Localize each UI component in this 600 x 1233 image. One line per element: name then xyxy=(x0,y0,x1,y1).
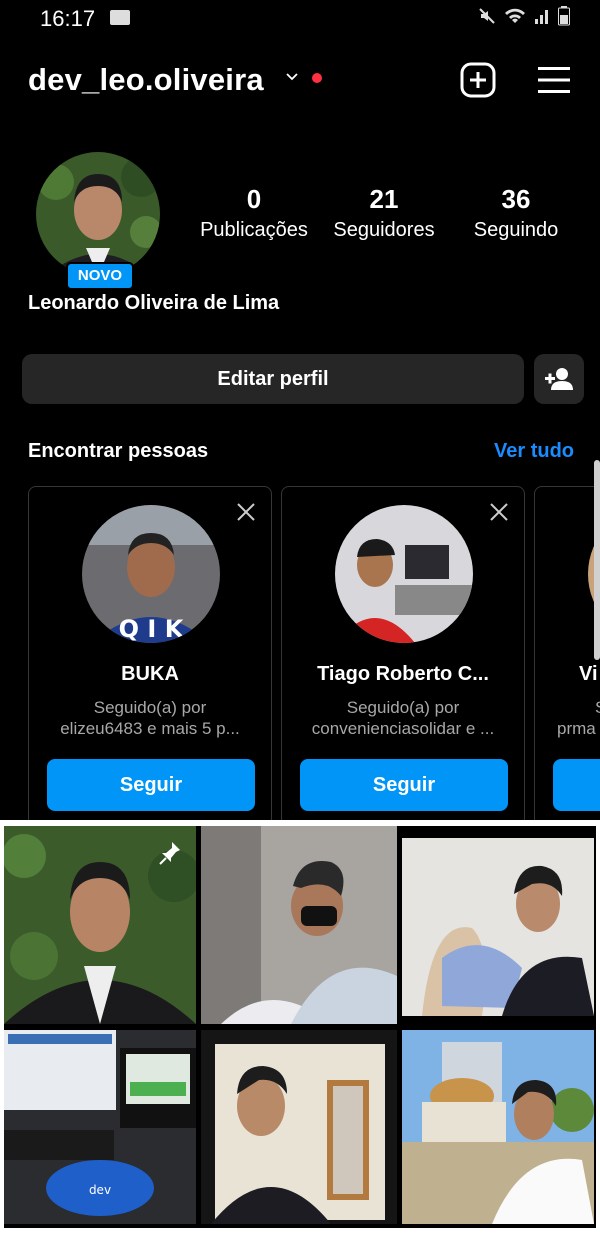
followed-by-users: prma xyxy=(557,719,596,738)
menu-button[interactable] xyxy=(536,62,572,98)
followed-by-label: Seguido(a) por xyxy=(346,698,460,717)
profile-avatar[interactable] xyxy=(36,152,160,276)
suggestion-avatar[interactable]: Q I K xyxy=(82,505,220,643)
post-thumbnail[interactable] xyxy=(201,826,397,1024)
see-all-link[interactable]: Ver tudo xyxy=(494,440,574,463)
post-thumbnail[interactable] xyxy=(4,826,196,1024)
suggestion-card[interactable]: Tiago Roberto C... Seguido(a) por conven… xyxy=(281,486,525,826)
suggestion-card[interactable]: Vi S prma xyxy=(534,486,600,826)
following-label: Seguindo xyxy=(473,219,559,241)
chevron-down-icon[interactable] xyxy=(283,68,301,91)
svg-text:Q I K: Q I K xyxy=(119,615,185,643)
close-icon[interactable] xyxy=(235,501,257,528)
battery-icon xyxy=(558,6,570,26)
post-thumbnail[interactable] xyxy=(402,838,594,1016)
post-thumbnail[interactable] xyxy=(402,1030,594,1224)
posts-count: 0 xyxy=(246,184,262,214)
svg-text:dev: dev xyxy=(89,1183,111,1197)
followed-by-users: convenienciasolidar e ... xyxy=(311,719,495,738)
status-time: 16:17 xyxy=(40,6,96,31)
sim-card-icon xyxy=(110,10,130,25)
add-user-icon xyxy=(545,368,573,390)
new-post-button[interactable] xyxy=(460,62,496,98)
followed-by-label: S xyxy=(557,697,600,718)
post-thumbnail[interactable]: dev xyxy=(4,1030,196,1224)
signal-icon xyxy=(535,10,548,24)
profile-username[interactable]: dev_leo.oliveira xyxy=(28,62,264,98)
follow-button[interactable] xyxy=(553,759,600,811)
profile-full-name: Leonardo Oliveira de Lima xyxy=(28,292,280,314)
notification-dot xyxy=(312,73,322,83)
followed-by-label: Seguido(a) por xyxy=(93,698,207,717)
edit-profile-button[interactable]: Editar perfil xyxy=(22,354,524,404)
follow-button[interactable]: Seguir xyxy=(300,759,508,811)
discover-people-button[interactable] xyxy=(534,354,584,404)
posts-label: Publicações xyxy=(200,219,308,241)
suggestion-name[interactable]: BUKA xyxy=(29,663,271,686)
follow-button[interactable]: Seguir xyxy=(47,759,255,811)
suggestion-avatar[interactable] xyxy=(335,505,473,643)
followers-count: 21 xyxy=(369,184,399,214)
find-people-title: Encontrar pessoas xyxy=(28,440,209,462)
hamburger-menu-icon xyxy=(538,67,570,93)
suggestion-name[interactable]: Vi xyxy=(579,663,600,686)
suggestion-card[interactable]: Q I K BUKA Seguido(a) por elizeu6483 e m… xyxy=(28,486,272,826)
wifi-icon xyxy=(505,8,525,23)
pin-icon xyxy=(158,840,182,871)
followed-by-users: elizeu6483 e mais 5 p... xyxy=(60,719,240,738)
followers-label: Seguidores xyxy=(333,219,435,241)
suggestion-followed-by: S prma xyxy=(557,697,600,739)
stat-posts[interactable]: 0 Publicações xyxy=(194,184,314,242)
mute-icon xyxy=(479,8,495,24)
close-icon[interactable] xyxy=(488,501,510,528)
plus-square-icon xyxy=(460,62,496,98)
following-count: 36 xyxy=(501,184,531,214)
scrollbar[interactable] xyxy=(594,460,600,660)
suggestion-followed-by: Seguido(a) por convenienciasolidar e ... xyxy=(282,697,524,739)
status-icons xyxy=(478,6,570,26)
suggestion-name[interactable]: Tiago Roberto C... xyxy=(282,663,524,686)
post-thumbnail[interactable] xyxy=(201,1030,397,1224)
stat-following[interactable]: 36 Seguindo xyxy=(462,184,570,242)
new-badge: NOVO xyxy=(66,262,134,290)
suggestion-followed-by: Seguido(a) por elizeu6483 e mais 5 p... xyxy=(29,697,271,739)
stat-followers[interactable]: 21 Seguidores xyxy=(326,184,442,242)
